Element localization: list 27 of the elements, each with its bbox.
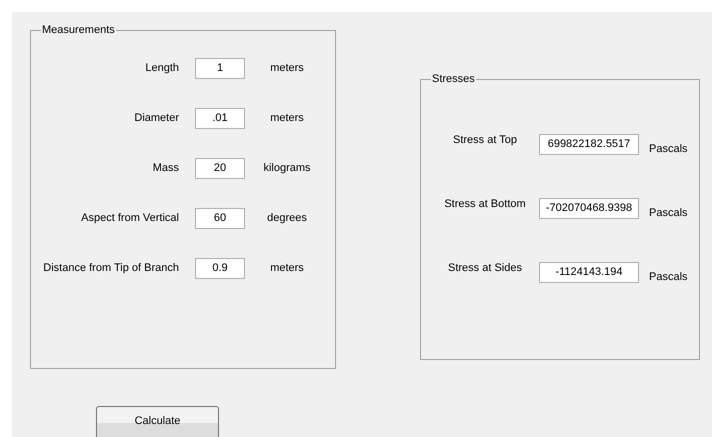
output-field[interactable]: -1124143.194 xyxy=(539,262,639,282)
unit-label: Pascals xyxy=(649,207,689,219)
unit-label: meters xyxy=(269,112,305,124)
input-field[interactable]: .01 xyxy=(195,108,245,128)
calculate-button[interactable]: Calculate xyxy=(96,406,219,437)
field-label: Diameter xyxy=(133,112,179,124)
panel-title: Stresses xyxy=(431,73,476,86)
field-label: Stress at Sides xyxy=(447,262,523,274)
input-field[interactable]: 0.9 xyxy=(195,258,245,278)
field-label: Stress at Bottom xyxy=(443,198,527,210)
unit-label: degrees xyxy=(266,212,308,224)
unit-label: Pascals xyxy=(649,143,689,155)
output-field[interactable]: 699822182.5517 xyxy=(539,134,639,154)
unit-label: meters xyxy=(269,262,305,274)
field-label: Stress at Top xyxy=(452,134,518,146)
unit-label: Pascals xyxy=(649,271,689,283)
unit-label: meters xyxy=(269,62,305,74)
field-label: Distance from Tip of Branch xyxy=(42,262,179,274)
input-field[interactable]: 60 xyxy=(195,208,245,228)
field-label: Length xyxy=(144,62,179,74)
panel-title: Measurements xyxy=(41,24,116,37)
field-label: Mass xyxy=(152,162,179,174)
unit-label: kilograms xyxy=(262,162,312,174)
input-field[interactable]: 1 xyxy=(195,58,245,78)
input-field[interactable]: 20 xyxy=(195,158,245,178)
field-label: Aspect from Vertical xyxy=(80,212,179,224)
output-field[interactable]: -702070468.9398 xyxy=(539,198,639,218)
